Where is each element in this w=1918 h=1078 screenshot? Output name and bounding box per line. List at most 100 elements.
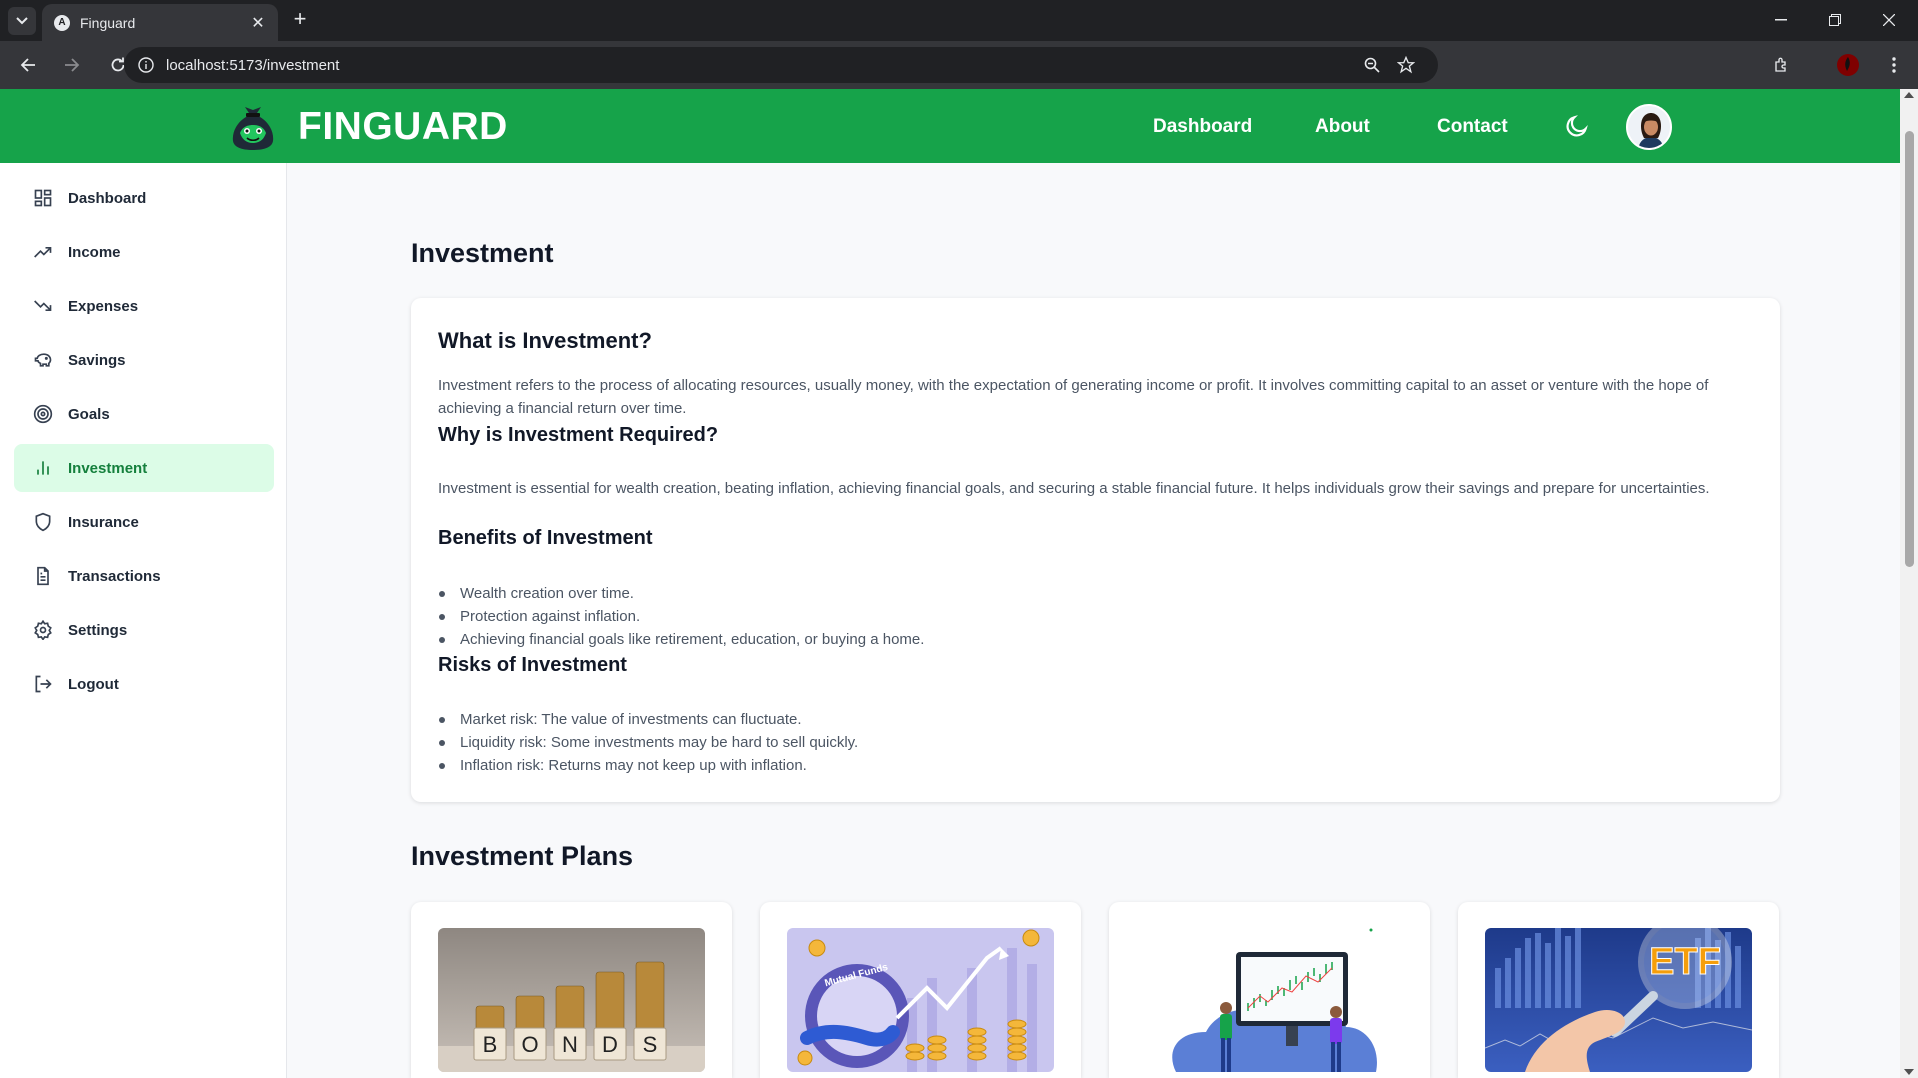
svg-text:S: S — [643, 1032, 658, 1057]
sidebar-item-investment[interactable]: Investment — [14, 444, 274, 492]
why-investment-text: Investment is essential for wealth creat… — [438, 480, 1710, 497]
list-item: Market risk: The value of investments ca… — [438, 708, 858, 731]
sidebar-item-label: Investment — [68, 459, 148, 477]
bookmark-star-icon[interactable] — [1392, 53, 1420, 77]
favicon-icon: A — [54, 14, 70, 31]
list-item: Achieving financial goals like retiremen… — [438, 628, 924, 651]
svg-text:ETF: ETF — [1649, 941, 1721, 983]
target-icon — [32, 403, 54, 425]
sidebar-item-goals[interactable]: Goals — [14, 390, 274, 438]
scroll-up-arrow-icon[interactable] — [1904, 92, 1914, 98]
site-info-icon[interactable] — [128, 47, 164, 83]
sidebar-item-label: Income — [68, 243, 121, 261]
browser-menu-icon[interactable] — [1880, 51, 1908, 79]
logout-icon — [32, 673, 54, 695]
svg-text:O: O — [521, 1032, 538, 1057]
extensions-icon[interactable] — [1768, 51, 1796, 79]
money-bag-logo-icon[interactable] — [230, 103, 276, 151]
risks-heading: Risks of Investment — [438, 654, 627, 676]
sidebar-item-settings[interactable]: Settings — [14, 606, 274, 654]
page-scrollbar[interactable] — [1900, 89, 1918, 1078]
sidebar-item-label: Logout — [68, 675, 119, 693]
sidebar-item-logout[interactable]: Logout — [14, 660, 274, 708]
restore-button[interactable] — [1812, 6, 1858, 34]
investment-plans-title: Investment Plans — [411, 841, 634, 871]
etf-image: ETF — [1485, 928, 1752, 1072]
close-icon[interactable]: ✕ — [248, 13, 268, 33]
scroll-thumb[interactable] — [1905, 131, 1914, 567]
benefits-list: Wealth creation over time. Protection ag… — [438, 582, 924, 651]
why-investment-heading: Why is Investment Required? — [438, 424, 719, 446]
sidebar-item-label: Savings — [68, 351, 126, 369]
file-text-icon — [32, 565, 54, 587]
app-header: FINGUARD Dashboard About Contact — [0, 89, 1900, 163]
tab-title: Finguard — [80, 14, 136, 31]
minimize-button[interactable] — [1758, 6, 1804, 34]
restore-icon — [1829, 14, 1841, 26]
sidebar-item-expenses[interactable]: Expenses — [14, 282, 274, 330]
address-bar[interactable]: localhost:5173/investment — [124, 47, 1438, 83]
gear-icon — [32, 619, 54, 641]
sidebar: Dashboard Income Expenses Savings Goals … — [0, 163, 287, 1078]
browser-tab-bar: A Finguard ✕ + — [0, 0, 1918, 41]
moon-icon[interactable] — [1564, 113, 1590, 139]
plan-card-stocks[interactable] — [1109, 902, 1430, 1078]
sidebar-item-dashboard[interactable]: Dashboard — [14, 174, 274, 222]
benefits-heading: Benefits of Investment — [438, 527, 653, 549]
what-is-investment-text: Investment refers to the process of allo… — [438, 377, 1709, 417]
url-text: localhost:5173/investment — [166, 56, 340, 74]
investment-info-card: What is Investment? Investment refers to… — [411, 298, 1780, 802]
scroll-down-arrow-icon[interactable] — [1904, 1069, 1914, 1075]
list-item: Wealth creation over time. — [438, 582, 924, 605]
tab-search-button[interactable] — [8, 7, 36, 35]
plan-card-bonds[interactable]: BONDS — [411, 902, 732, 1078]
arrow-right-icon — [65, 58, 80, 72]
chevron-down-icon — [16, 17, 28, 25]
svg-text:N: N — [562, 1032, 578, 1057]
trending-down-icon — [32, 295, 54, 317]
user-avatar-image — [1628, 106, 1670, 148]
sidebar-item-label: Transactions — [68, 567, 161, 585]
close-icon — [1883, 14, 1895, 26]
sidebar-item-income[interactable]: Income — [14, 228, 274, 276]
minimize-icon — [1775, 19, 1787, 21]
forward-button[interactable] — [58, 51, 86, 79]
mutual-funds-image: Mutual Funds — [787, 928, 1054, 1072]
sidebar-item-label: Settings — [68, 621, 128, 639]
close-window-button[interactable] — [1866, 6, 1912, 34]
grid-icon — [32, 187, 54, 209]
sidebar-item-transactions[interactable]: Transactions — [14, 552, 274, 600]
user-avatar[interactable] — [1626, 104, 1672, 150]
app-logo-text[interactable]: FINGUARD — [298, 105, 508, 149]
sidebar-item-label: Goals — [68, 405, 110, 423]
profile-avatar[interactable] — [1834, 51, 1862, 79]
nav-about-link[interactable]: About — [1315, 116, 1370, 138]
sidebar-item-label: Expenses — [68, 297, 139, 315]
list-item: Protection against inflation. — [438, 605, 924, 628]
nav-dashboard-link[interactable]: Dashboard — [1153, 116, 1252, 138]
plan-card-mutual-funds[interactable]: Mutual Funds — [760, 902, 1081, 1078]
sidebar-item-label: Insurance — [68, 513, 139, 531]
sidebar-item-savings[interactable]: Savings — [14, 336, 274, 384]
what-is-investment-heading: What is Investment? — [438, 328, 652, 353]
bonds-image: BONDS — [438, 928, 705, 1072]
browser-toolbar: localhost:5173/investment — [0, 41, 1918, 89]
page-title: Investment — [411, 238, 554, 268]
new-tab-button[interactable]: + — [288, 8, 312, 32]
trending-up-icon — [32, 241, 54, 263]
sidebar-item-label: Dashboard — [68, 189, 147, 207]
list-item: Inflation risk: Returns may not keep up … — [438, 754, 858, 777]
plan-card-etf[interactable]: ETF — [1458, 902, 1779, 1078]
back-button[interactable] — [14, 51, 42, 79]
shield-icon — [32, 511, 54, 533]
svg-text:D: D — [602, 1032, 618, 1057]
sidebar-item-insurance[interactable]: Insurance — [14, 498, 274, 546]
arrow-left-icon — [20, 58, 35, 72]
zoom-icon[interactable] — [1358, 53, 1386, 77]
bar-chart-icon — [32, 457, 54, 479]
list-item: Liquidity risk: Some investments may be … — [438, 731, 858, 754]
nav-contact-link[interactable]: Contact — [1437, 116, 1508, 138]
browser-tab[interactable]: A Finguard ✕ — [42, 4, 278, 41]
svg-text:B: B — [483, 1032, 498, 1057]
piggy-bank-icon — [32, 349, 54, 371]
